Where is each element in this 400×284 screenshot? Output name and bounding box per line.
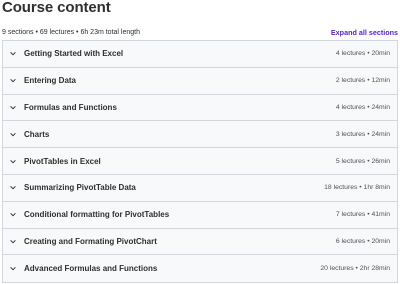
chevron-down-icon <box>3 266 23 271</box>
section-row-pivotchart[interactable]: Creating and Formating PivotChart 6 lect… <box>3 228 397 256</box>
chevron-down-icon <box>3 159 23 164</box>
section-lecture-info: 3 lectures • 24min <box>335 130 390 138</box>
section-lecture-info: 2 lectures • 12min <box>335 77 390 85</box>
section-lecture-info: 7 lectures • 41min <box>335 211 390 219</box>
chevron-down-icon <box>3 185 23 190</box>
section-lecture-info: 5 lectures • 26min <box>335 157 390 165</box>
section-lecture-info: 4 lectures • 20min <box>335 50 390 58</box>
course-summary-bar: 9 sections • 69 lectures • 6h 23m total … <box>2 26 398 38</box>
section-lecture-info: 20 lectures • 2hr 28min <box>320 265 390 273</box>
section-row-entering-data[interactable]: Entering Data 2 lectures • 12min <box>3 67 397 95</box>
section-row-charts[interactable]: Charts 3 lectures • 24min <box>3 121 397 149</box>
section-title: Creating and Formating PivotChart <box>24 236 157 246</box>
section-title: PivotTables in Excel <box>24 156 101 166</box>
section-lecture-info: 6 lectures • 20min <box>335 237 390 245</box>
chevron-down-icon <box>3 212 23 217</box>
page-title: Course content <box>2 0 111 16</box>
chevron-down-icon <box>3 51 23 56</box>
section-title: Charts <box>24 129 50 139</box>
chevron-down-icon <box>3 132 23 137</box>
section-title: Advanced Formulas and Functions <box>24 264 158 274</box>
section-title: Formulas and Functions <box>24 102 117 112</box>
section-lecture-info: 18 lectures • 1hr 8min <box>324 184 390 192</box>
section-row-getting-started[interactable]: Getting Started with Excel 4 lectures • … <box>3 41 397 68</box>
section-row-pivottables[interactable]: PivotTables in Excel 5 lectures • 26min <box>3 148 397 175</box>
section-title: Conditional formatting for PivotTables <box>24 210 170 220</box>
section-row-advanced-formulas[interactable]: Advanced Formulas and Functions 20 lectu… <box>3 255 397 283</box>
section-title: Summarizing PivotTable Data <box>24 183 136 193</box>
section-title: Entering Data <box>24 76 77 86</box>
section-row-formulas-functions[interactable]: Formulas and Functions 4 lectures • 24mi… <box>3 94 397 122</box>
chevron-down-icon <box>3 105 23 110</box>
section-row-conditional-formatting[interactable]: Conditional formatting for PivotTables 7… <box>3 201 397 229</box>
course-summary-text: 9 sections • 69 lectures • 6h 23m total … <box>2 28 140 36</box>
chevron-down-icon <box>3 78 23 83</box>
chevron-down-icon <box>3 239 23 244</box>
course-content-panel: Course content 9 sections • 69 lectures … <box>0 0 400 284</box>
section-lecture-info: 4 lectures • 24min <box>335 103 390 111</box>
expand-all-sections-button[interactable]: Expand all sections <box>331 28 398 37</box>
sections-list: Getting Started with Excel 4 lectures • … <box>2 40 398 284</box>
section-row-summarizing-pivottable[interactable]: Summarizing PivotTable Data 18 lectures … <box>3 174 397 202</box>
section-title: Getting Started with Excel <box>24 49 124 59</box>
